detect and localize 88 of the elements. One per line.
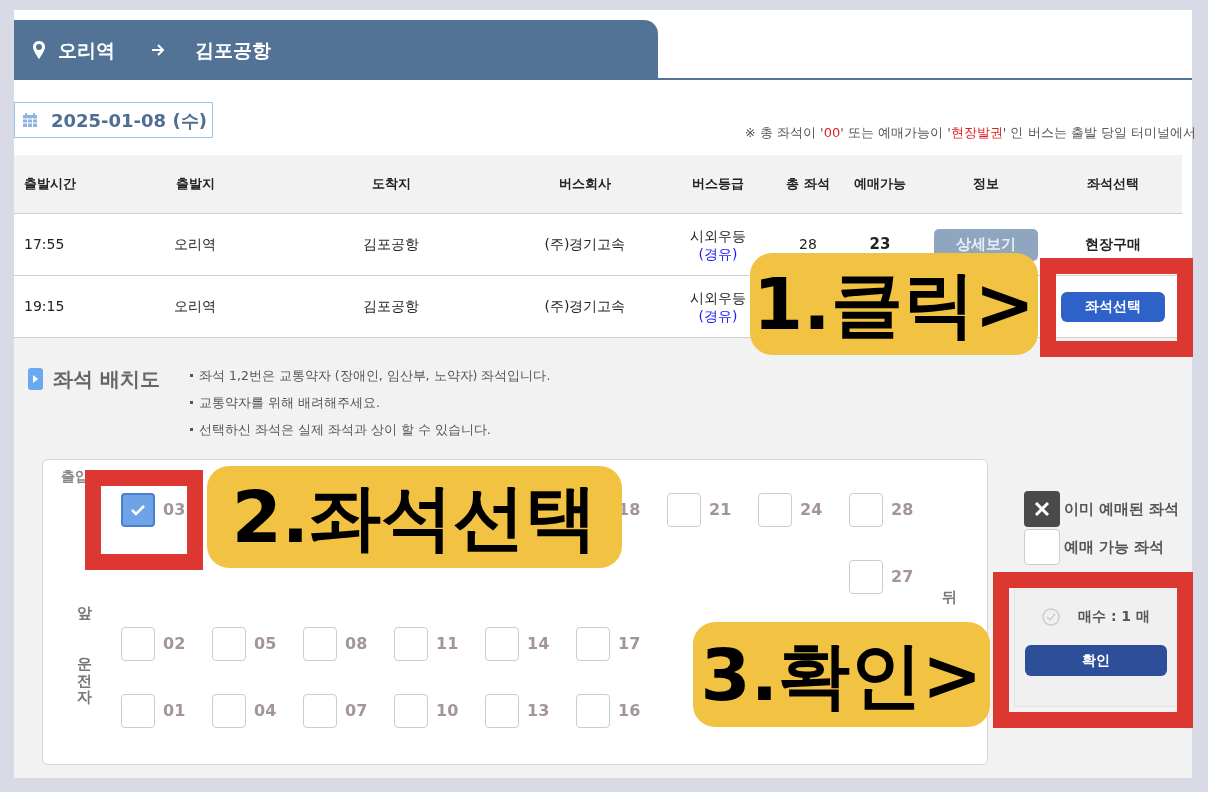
seat-checkbox[interactable] xyxy=(121,694,155,728)
available-seat-swatch xyxy=(1024,529,1060,565)
seat-checkbox[interactable] xyxy=(303,627,337,661)
table-cell-text: 오리역 xyxy=(174,297,216,316)
destination-station: 김포공항 xyxy=(195,37,271,63)
seat-number: 27 xyxy=(891,566,914,588)
select-seat-button[interactable]: 좌석선택 xyxy=(1061,291,1165,322)
seat-checkbox[interactable] xyxy=(576,627,610,661)
seat-checkbox[interactable] xyxy=(303,694,337,728)
check-circle-icon xyxy=(1042,607,1060,626)
column-header: 버스회사 xyxy=(559,175,611,194)
seat-checkbox[interactable] xyxy=(667,493,701,527)
seat-number: 24 xyxy=(800,499,823,521)
table-cell-text: 오리역 xyxy=(174,235,216,254)
driver-label: 운전자 xyxy=(77,656,92,706)
notice-text: ※ 총 좌석이 '00' 또는 예매가능이 '현장발권' 인 버스는 출발 당일 터미널에서 xyxy=(744,123,1196,142)
bullet-icon xyxy=(190,401,193,404)
seat-checkbox[interactable] xyxy=(121,493,155,527)
seat-checkbox[interactable] xyxy=(212,694,246,728)
route-type-link[interactable]: (경유) xyxy=(698,306,738,325)
location-pin-icon xyxy=(32,40,46,60)
date-picker[interactable]: 2025-01-08 (수) xyxy=(14,102,213,138)
seat-number: 07 xyxy=(345,700,368,722)
seat-checkbox[interactable] xyxy=(576,694,610,728)
seat-number: 16 xyxy=(618,700,641,722)
seat-checkbox[interactable] xyxy=(394,694,428,728)
note-text: 교통약자를 위해 배려해주세요. xyxy=(199,394,380,412)
legend-label: 이미 예매된 좌석 xyxy=(1064,498,1180,520)
seat-checkbox[interactable] xyxy=(121,627,155,661)
seat-checkbox[interactable] xyxy=(849,493,883,527)
calendar-icon xyxy=(23,113,37,127)
play-square-icon xyxy=(28,368,43,390)
seat-number: 13 xyxy=(527,700,550,722)
seat-number: 10 xyxy=(436,700,459,722)
column-header: 좌석선택 xyxy=(1087,175,1139,194)
ticket-count: 매수 : 1 매 xyxy=(1078,607,1150,626)
seat-checkbox[interactable] xyxy=(394,627,428,661)
callout-tooltip: 1.클릭> xyxy=(750,253,1038,355)
seat-number: 11 xyxy=(436,633,459,655)
arrow-right-icon xyxy=(151,44,165,56)
column-header: 예매가능 xyxy=(854,175,906,194)
table-cell: 시외우등 xyxy=(690,288,746,307)
seat-number: 03 xyxy=(163,499,186,521)
callout-tooltip: 3.확인> xyxy=(693,622,990,727)
column-header: 출발시간 xyxy=(24,175,76,194)
seat-number: 14 xyxy=(527,633,550,655)
seat-number: 08 xyxy=(345,633,368,655)
close-icon xyxy=(1034,501,1050,517)
seat-checkbox[interactable] xyxy=(212,627,246,661)
origin-station: 오리역 xyxy=(58,37,115,63)
route-type-link[interactable]: (경유) xyxy=(698,244,738,263)
column-header: 버스등급 xyxy=(692,175,744,194)
table-cell-text: 김포공항 xyxy=(363,297,419,316)
seat-number: 28 xyxy=(891,499,914,521)
table-cell-text: 김포공항 xyxy=(363,235,419,254)
seat-number: 17 xyxy=(618,633,641,655)
column-header: 도착지 xyxy=(371,175,411,194)
table-cell-text: 28 xyxy=(799,235,817,254)
bullet-icon xyxy=(190,428,193,431)
seat-number: 05 xyxy=(254,633,277,655)
table-cell-text: 17:55 xyxy=(24,235,65,254)
seat-number: 01 xyxy=(163,700,186,722)
confirm-button[interactable]: 확인 xyxy=(1025,645,1167,676)
seat-checkbox[interactable] xyxy=(849,560,883,594)
table-cell-text: (주)경기고속 xyxy=(544,235,626,254)
note-text: 좌석 1,2번은 교통약자 (장애인, 임산부, 노약자) 좌석입니다. xyxy=(199,367,551,385)
seat-number: 04 xyxy=(254,700,277,722)
note-text: 선택하신 좌석은 실제 좌석과 상이 할 수 있습니다. xyxy=(199,421,491,439)
section-title: 좌석 배치도 xyxy=(53,366,160,393)
table-cell-text: 19:15 xyxy=(24,297,65,316)
seat-number: 21 xyxy=(709,499,732,521)
seat-checkbox[interactable] xyxy=(485,627,519,661)
table-cell-text: 23 xyxy=(869,234,891,256)
front-label: 앞 xyxy=(77,603,92,624)
seat-checkbox[interactable] xyxy=(758,493,792,527)
column-header: 총 좌석 xyxy=(786,175,830,194)
column-header: 정보 xyxy=(973,175,999,194)
rear-label: 뒤 xyxy=(942,587,957,608)
seat-number: 02 xyxy=(163,633,186,655)
table-cell: 시외우등 xyxy=(690,226,746,245)
bullet-icon xyxy=(190,374,193,377)
check-icon xyxy=(130,504,146,516)
legend-label: 예매 가능 좌석 xyxy=(1064,536,1165,558)
column-header: 출발지 xyxy=(175,175,215,194)
callout-tooltip: 2.좌석선택 xyxy=(207,466,622,568)
table-cell-text: 현장구매 xyxy=(1085,235,1141,254)
table-cell-text: (주)경기고속 xyxy=(544,297,626,316)
seat-checkbox[interactable] xyxy=(485,694,519,728)
